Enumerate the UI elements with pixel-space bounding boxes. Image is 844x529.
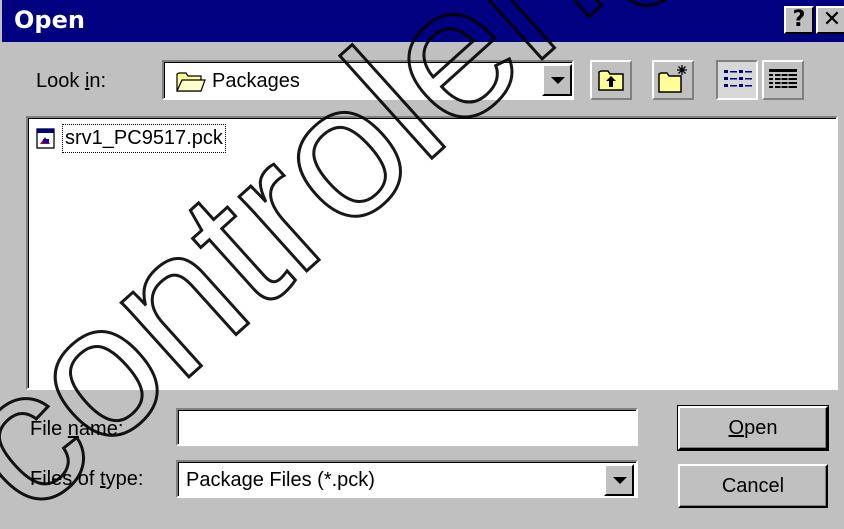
look-in-label: Look in: (36, 70, 107, 92)
help-button[interactable]: ? (784, 6, 814, 34)
files-of-type-label: Files of type: (30, 468, 144, 490)
look-in-combobox[interactable]: Packages (162, 60, 574, 100)
list-view-icon (724, 70, 752, 87)
file-list[interactable]: srv1_PC9517.pck (26, 116, 838, 390)
open-dialog: Open ? ✕ Look in: Packages srv1_PC9517.p… (0, 0, 844, 529)
file-name-input[interactable] (176, 408, 638, 446)
file-name-label: srv1_PC9517.pck (62, 124, 226, 153)
details-view-icon (769, 69, 797, 89)
look-in-dropdown-button[interactable] (542, 64, 572, 96)
files-of-type-value: Package Files (*.pck) (186, 469, 375, 491)
window-title: Open (14, 6, 85, 34)
create-new-folder-button[interactable] (652, 60, 694, 100)
close-button[interactable]: ✕ (816, 6, 844, 34)
new-folder-icon (658, 65, 687, 93)
chevron-down-icon (551, 77, 565, 84)
package-file-icon (36, 128, 55, 149)
details-view-button[interactable] (762, 60, 804, 100)
file-name-label: File name: (30, 418, 124, 440)
list-view-button[interactable] (716, 60, 758, 100)
cancel-button[interactable]: Cancel (678, 464, 828, 508)
files-of-type-combobox[interactable]: Package Files (*.pck) (176, 460, 638, 498)
up-folder-icon (598, 70, 624, 91)
look-in-value: Packages (212, 70, 300, 92)
folder-open-icon (176, 72, 206, 92)
chevron-down-icon (613, 477, 627, 484)
title-bar[interactable]: Open ? ✕ (2, 0, 844, 42)
open-button[interactable]: Open (677, 405, 829, 451)
files-of-type-dropdown-button[interactable] (604, 464, 634, 496)
up-one-level-button[interactable] (590, 60, 632, 100)
